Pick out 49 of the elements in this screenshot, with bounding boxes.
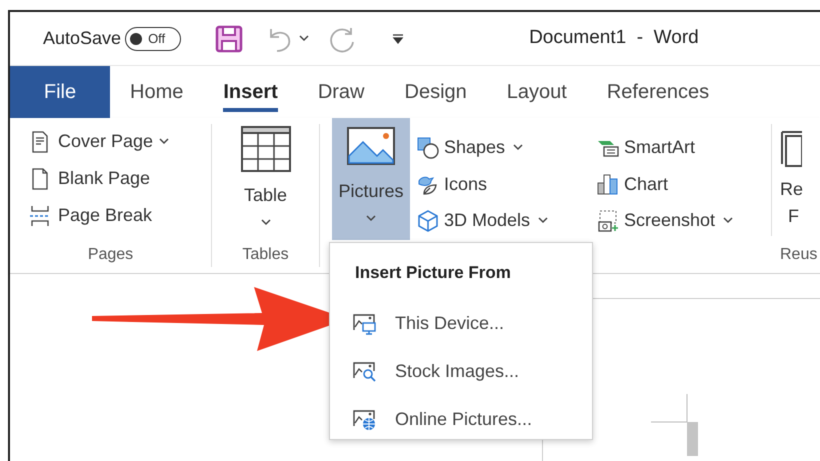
ribbon-button[interactable]: SmartArt bbox=[596, 132, 778, 163]
autosave-label: AutoSave bbox=[43, 27, 122, 50]
ribbon-button[interactable]: Blank Page bbox=[28, 163, 211, 194]
ribbon-tab[interactable]: References bbox=[586, 66, 730, 118]
reuse-files-button[interactable]: Re F bbox=[780, 124, 820, 243]
save-icon[interactable] bbox=[215, 24, 244, 52]
menu-item[interactable]: Online Pictures... bbox=[330, 402, 592, 436]
customize-toolbar-icon[interactable] bbox=[392, 32, 404, 44]
chevron-down-icon bbox=[723, 217, 734, 224]
chevron-down-icon bbox=[260, 219, 270, 226]
chevron-down-icon bbox=[513, 144, 524, 151]
shapes-icon bbox=[416, 136, 440, 160]
ribbon-tab[interactable]: Home bbox=[110, 66, 204, 118]
menu-item[interactable]: This Device... bbox=[330, 306, 592, 340]
ribbon-button[interactable]: Screenshot bbox=[596, 205, 778, 236]
group-label: Reus bbox=[780, 245, 818, 265]
table-button[interactable]: Table bbox=[212, 124, 319, 243]
ribbon-tab[interactable]: Insert bbox=[203, 66, 298, 118]
autosave-toggle[interactable]: Off bbox=[125, 26, 182, 50]
selected-tab-underline bbox=[223, 108, 278, 112]
picture-icon bbox=[346, 126, 396, 166]
chevron-down-icon bbox=[299, 35, 310, 42]
ribbon-button[interactable]: 3D Models bbox=[416, 205, 596, 236]
screenshot-icon bbox=[596, 208, 620, 233]
cube-icon bbox=[416, 208, 440, 233]
file-tab[interactable]: File bbox=[10, 66, 110, 118]
ribbon-button[interactable]: Chart bbox=[596, 168, 778, 200]
margin-mark-drawing bbox=[651, 394, 699, 456]
ribbon-button[interactable]: Icons bbox=[416, 168, 596, 200]
menu-item[interactable]: Stock Images... bbox=[330, 354, 592, 388]
group-label: Tables bbox=[241, 245, 290, 265]
bar-chart-icon bbox=[596, 172, 620, 196]
document-stack-icon bbox=[780, 128, 802, 168]
group-label: Pages bbox=[86, 245, 134, 265]
ribbon-tab[interactable]: Layout bbox=[486, 66, 587, 118]
ribbon-button[interactable]: Page Break bbox=[28, 200, 211, 231]
menu-title: Insert Picture From bbox=[354, 262, 512, 284]
ribbon-tab[interactable]: Draw bbox=[298, 66, 384, 118]
chevron-down-icon bbox=[159, 138, 170, 145]
autosave-state: Off bbox=[148, 30, 166, 48]
chevron-down-icon bbox=[366, 215, 376, 222]
window-title: Document1 - Word bbox=[529, 26, 699, 50]
chevron-down-icon bbox=[538, 217, 548, 224]
table-icon bbox=[240, 126, 290, 172]
toggle-knob bbox=[130, 32, 142, 44]
ribbon-button[interactable]: Cover Page bbox=[28, 126, 211, 157]
ribbon-button[interactable]: Shapes bbox=[416, 132, 596, 163]
ribbon-tab[interactable]: Design bbox=[384, 66, 487, 118]
pictures-button[interactable]: Pictures bbox=[332, 118, 410, 240]
